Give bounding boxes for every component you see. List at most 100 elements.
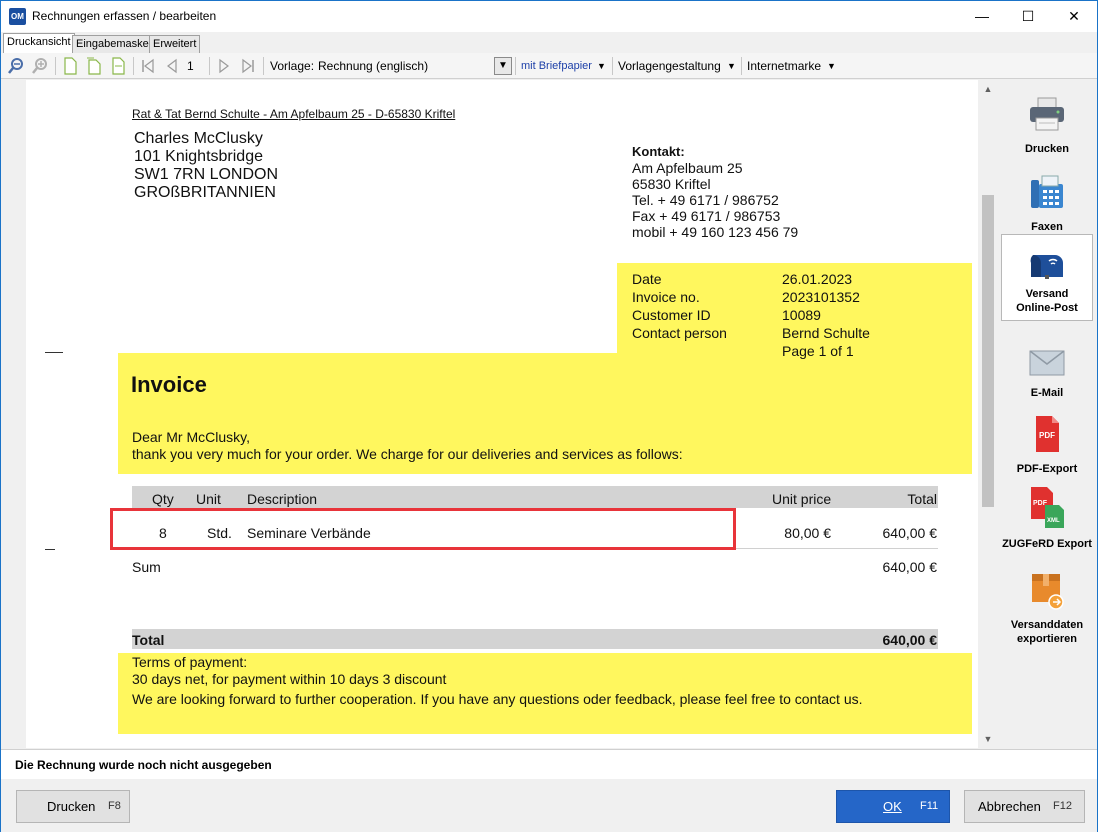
contact-line: Fax + 49 6171 / 986753 [632, 208, 781, 224]
printer-icon [1030, 97, 1064, 131]
page-number[interactable]: 1 [187, 57, 207, 75]
total-label: Total [132, 632, 165, 648]
customer-id: 10089 [782, 307, 821, 323]
contact-line: Am Apfelbaum 25 [632, 160, 743, 176]
contact-line: 65830 Kriftel [632, 176, 711, 192]
greeting: Dear Mr McClusky, [132, 429, 250, 445]
export-shipping-label-2: exportieren [1017, 633, 1077, 645]
print-button-label: Drucken [47, 799, 96, 814]
terms-text: 30 days net, for payment within 10 days … [132, 671, 447, 687]
col-description: Description [247, 491, 318, 507]
info-label: Customer ID [632, 307, 711, 323]
vorlage-dropdown-icon[interactable]: ▼ [494, 57, 512, 75]
vorlagengestaltung-menu[interactable]: Vorlagengestaltung [618, 57, 721, 75]
contact-line: mobil + 49 160 123 456 79 [632, 224, 799, 240]
col-unit-price: Unit price [772, 491, 832, 507]
scroll-up-icon[interactable]: ▲ [980, 84, 996, 94]
svg-text:XML: XML [1047, 518, 1060, 524]
print-action-button[interactable]: Drucken [1001, 94, 1093, 156]
preview-toolbar: 1 Vorlage: Rechnung (englisch) ▼ mit Bri… [1, 53, 1097, 79]
zugferd-export-action-button[interactable]: PDF XML ZUGFeRD Export [1001, 485, 1093, 551]
tab-eingabemaske[interactable]: Eingabemaske [72, 35, 153, 53]
selected-row-highlight[interactable] [110, 508, 736, 550]
internetmarke-menu[interactable]: Internetmarke [747, 57, 821, 75]
vorlagengestaltung-chevron-icon[interactable]: ▼ [727, 57, 736, 75]
maximize-icon[interactable]: ☐ [1005, 1, 1051, 32]
prev-page-icon[interactable] [163, 57, 181, 75]
info-labels: Date Invoice no. Customer ID Contact per… [632, 270, 727, 342]
scroll-thumb[interactable] [982, 195, 994, 507]
next-page-icon[interactable] [215, 57, 233, 75]
invoice-number: 2023101352 [782, 289, 860, 305]
recipient-line: 101 Knightsbridge [134, 148, 263, 165]
export-shipping-label-1: Versanddaten [1010, 619, 1084, 631]
print-action-label: Drucken [1024, 143, 1070, 155]
internetmarke-chevron-icon[interactable]: ▼ [827, 57, 836, 75]
contact-line: Tel. + 49 6171 / 986752 [632, 192, 779, 208]
mailbox-icon [1030, 255, 1063, 279]
status-bar: Die Rechnung wurde noch nicht ausgegeben [1, 749, 1097, 779]
scroll-down-icon[interactable]: ▼ [980, 734, 996, 744]
online-post-action-button[interactable]: Versand Online-Post [1001, 234, 1093, 321]
last-page-icon[interactable] [239, 57, 257, 75]
info-label: Date [632, 271, 662, 287]
info-values: 26.01.2023 2023101352 10089 Bernd Schult… [782, 270, 870, 360]
ok-button-label: OK [883, 799, 902, 814]
fax-action-button[interactable]: Faxen [1001, 174, 1093, 234]
print-button[interactable]: Drucken F8 [16, 790, 130, 823]
briefpapier-chevron-icon[interactable]: ▼ [597, 57, 606, 75]
zoom-in-icon[interactable] [31, 57, 49, 75]
punch-mark [45, 549, 55, 550]
sender-line: Rat & Tat Bernd Schulte - Am Apfelbaum 2… [132, 107, 456, 121]
export-shipping-action-button[interactable]: Versanddaten exportieren [1001, 572, 1093, 646]
pages-icon[interactable] [85, 57, 103, 75]
title-bar: OM Rechnungen erfassen / bearbeiten — ☐ … [1, 1, 1097, 32]
close-icon[interactable]: ✕ [1051, 1, 1097, 32]
total-bar [132, 629, 938, 649]
tab-erweitert[interactable]: Erweitert [149, 35, 201, 53]
vertical-scrollbar[interactable]: ▲ ▼ [980, 80, 996, 748]
pdf-export-action-button[interactable]: PDF PDF-Export [1001, 414, 1093, 476]
recipient-line: GROßBRITANNIEN [134, 184, 276, 201]
recipient-line: SW1 7RN LONDON [134, 166, 279, 183]
action-sidebar: Drucken Faxen Versand Online-Post E-Mail… [997, 80, 1097, 748]
first-page-icon[interactable] [139, 57, 157, 75]
briefpapier-menu[interactable]: mit Briefpapier [521, 57, 592, 75]
status-text: Die Rechnung wurde noch nicht ausgegeben [15, 758, 272, 772]
closing-text: We are looking forward to further cooper… [132, 691, 863, 707]
zugferd-icon: PDF XML [1031, 487, 1064, 528]
intro-text: Dear Mr McClusky, thank you very much fo… [132, 429, 683, 463]
svg-text:PDF: PDF [1039, 431, 1055, 440]
dialog-footer: Drucken F8 OK F11 Abbrechen F12 [1, 779, 1097, 832]
total-value: 640,00 € [882, 632, 938, 648]
page-width-icon[interactable] [109, 57, 127, 75]
shipping-box-icon [1032, 574, 1064, 610]
invoice-window: OM Rechnungen erfassen / bearbeiten — ☐ … [0, 0, 1098, 832]
pdf-icon: PDF [1036, 416, 1059, 452]
ok-button[interactable]: OK F11 [836, 790, 950, 823]
recipient-address: Charles McClusky 101 Knightsbridge SW1 7… [134, 130, 278, 202]
window-title: Rechnungen erfassen / bearbeiten [32, 9, 217, 23]
online-post-label-1: Versand [1025, 288, 1069, 300]
contact-person: Bernd Schulte [782, 325, 870, 341]
cancel-button-key: F12 [1053, 800, 1072, 812]
cancel-button[interactable]: Abbrechen F12 [964, 790, 1085, 823]
contact-title: Kontakt: [632, 144, 685, 159]
app-icon: OM [9, 8, 26, 25]
tab-druckansicht[interactable]: Druckansicht [3, 33, 75, 53]
item-unit-price: 80,00 € [784, 525, 831, 541]
vorlage-label: Vorlage: [270, 59, 315, 73]
intro-line: thank you very much for your order. We c… [132, 446, 683, 462]
invoice-date: 26.01.2023 [782, 271, 853, 287]
invoice-page: Rat & Tat Bernd Schulte - Am Apfelbaum 2… [26, 80, 978, 748]
email-action-button[interactable]: E-Mail [1001, 348, 1093, 400]
item-total: 640,00 € [882, 525, 938, 541]
minimize-icon[interactable]: — [959, 1, 1005, 32]
email-action-label: E-Mail [1030, 387, 1064, 399]
zoom-out-icon[interactable] [7, 57, 25, 75]
pdf-export-label: PDF-Export [1016, 463, 1078, 475]
page-icon[interactable] [61, 57, 79, 75]
invoice-heading: Invoice [131, 372, 207, 397]
vorlage-select[interactable]: Rechnung (englisch) [318, 57, 428, 75]
info-label: Contact person [632, 325, 727, 341]
